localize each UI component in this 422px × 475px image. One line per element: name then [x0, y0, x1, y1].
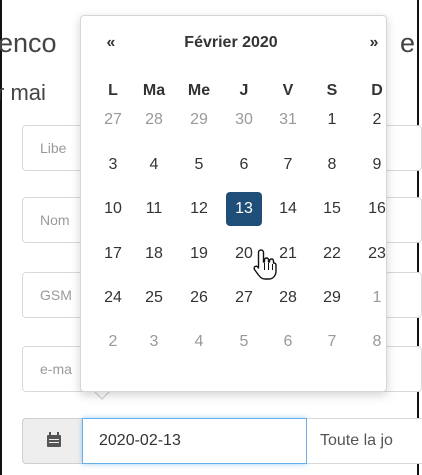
day-cell-selected[interactable]: 13: [226, 192, 262, 226]
day-cell[interactable]: 28: [136, 103, 172, 137]
next-month-button[interactable]: »: [363, 34, 385, 58]
nom-placeholder: Nom: [40, 212, 70, 228]
date-input[interactable]: [82, 418, 307, 464]
day-cell[interactable]: 27: [226, 281, 262, 315]
day-cell[interactable]: 7: [270, 148, 306, 182]
day-cell[interactable]: 31: [270, 103, 306, 137]
day-cell[interactable]: 2: [359, 103, 395, 137]
day-cell[interactable]: 4: [181, 325, 217, 359]
day-cell[interactable]: 10: [95, 192, 131, 226]
datepicker-popup: « Février 2020 » L Ma Me J V S D 27 28 29 30 31 1 2 3…: [80, 15, 387, 392]
month-year-switch[interactable]: Février 2020: [141, 34, 321, 58]
hand-pointer-icon: [253, 249, 277, 280]
day-cell[interactable]: 1: [314, 103, 350, 137]
day-cell[interactable]: 12: [181, 192, 217, 226]
calendar-icon: [47, 432, 61, 447]
prev-month-button[interactable]: «: [97, 34, 125, 58]
page-title-fragment-right: e: [400, 28, 416, 58]
page-subtitle-fragment: r mai: [0, 80, 46, 105]
day-cell[interactable]: 9: [359, 148, 395, 182]
gsm-placeholder: GSM: [40, 287, 72, 303]
day-cell[interactable]: 15: [314, 192, 350, 226]
day-cell[interactable]: 16: [359, 192, 395, 226]
day-cell[interactable]: 22: [314, 237, 350, 271]
libelle-placeholder: Libe: [40, 140, 67, 156]
day-cell[interactable]: 7: [314, 325, 350, 359]
day-cell[interactable]: 29: [181, 103, 217, 137]
day-cell[interactable]: 27: [95, 103, 131, 137]
day-cell[interactable]: 26: [181, 281, 217, 315]
day-cell[interactable]: 17: [95, 237, 131, 271]
day-cell[interactable]: 8: [314, 148, 350, 182]
day-cell[interactable]: 1: [359, 281, 395, 315]
day-cell[interactable]: 18: [136, 237, 172, 271]
all-day-toggle[interactable]: Toute la jo: [307, 418, 422, 464]
day-cell[interactable]: 30: [226, 103, 262, 137]
date-input-group: Toute la jo: [22, 418, 422, 464]
day-cell[interactable]: 19: [181, 237, 217, 271]
day-cell[interactable]: 8: [359, 325, 395, 359]
day-cell[interactable]: 6: [226, 148, 262, 182]
day-cell[interactable]: 4: [136, 148, 172, 182]
day-cell[interactable]: 2: [95, 325, 131, 359]
window-frame-left: [0, 0, 2, 475]
page-title-fragment: enco: [0, 28, 57, 58]
day-cell[interactable]: 24: [95, 281, 131, 315]
day-cell[interactable]: 14: [270, 192, 306, 226]
day-cell[interactable]: 28: [270, 281, 306, 315]
day-cell[interactable]: 6: [270, 325, 306, 359]
day-cell[interactable]: 25: [136, 281, 172, 315]
day-cell[interactable]: 3: [136, 325, 172, 359]
day-cell[interactable]: 3: [95, 148, 131, 182]
date-addon[interactable]: [22, 418, 82, 464]
email-placeholder: e-ma: [40, 361, 72, 377]
day-cell[interactable]: 11: [136, 192, 172, 226]
all-day-label: Toute la jo: [320, 432, 393, 449]
day-cell[interactable]: 5: [226, 325, 262, 359]
day-cell[interactable]: 5: [181, 148, 217, 182]
day-cell[interactable]: 23: [359, 237, 395, 271]
day-cell[interactable]: 29: [314, 281, 350, 315]
